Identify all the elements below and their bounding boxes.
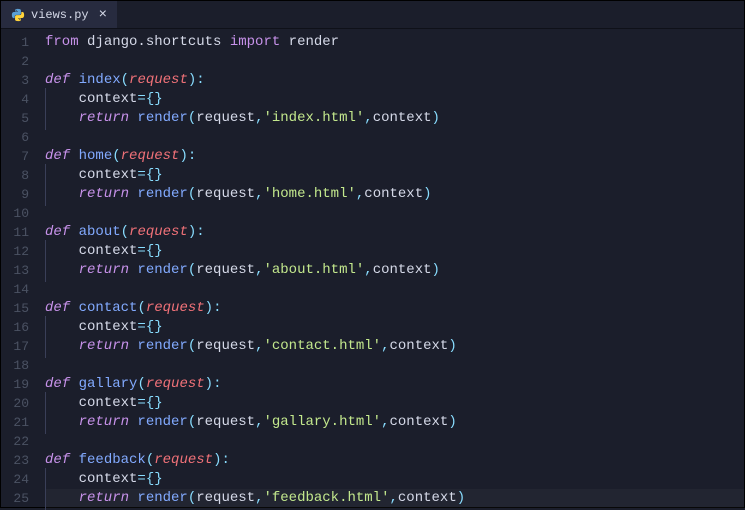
code-line: return render(request,'feedback.html',co… [45, 489, 744, 508]
code-line [45, 128, 744, 147]
line-number: 7 [1, 147, 29, 166]
line-number: 17 [1, 337, 29, 356]
code-line [45, 432, 744, 451]
code-line: return render(request,'home.html',contex… [45, 185, 744, 204]
code-line: def about(request): [45, 223, 744, 242]
line-number: 9 [1, 185, 29, 204]
code-line: from django.shortcuts import render [45, 33, 744, 52]
code-line: context={} [45, 470, 744, 489]
code-line: context={} [45, 90, 744, 109]
line-number: 19 [1, 375, 29, 394]
code-line: def feedback(request): [45, 451, 744, 470]
line-number: 1 [1, 33, 29, 52]
line-number: 6 [1, 128, 29, 147]
line-number: 25 [1, 489, 29, 508]
gutter: 1234567891011121314151617181920212223242… [1, 29, 39, 507]
tab-views-py[interactable]: views.py × [1, 1, 117, 28]
code-line: def gallary(request): [45, 375, 744, 394]
line-number: 18 [1, 356, 29, 375]
line-number: 3 [1, 71, 29, 90]
tab-filename: views.py [31, 8, 89, 22]
close-icon[interactable]: × [99, 7, 107, 23]
line-number: 2 [1, 52, 29, 71]
line-number: 13 [1, 261, 29, 280]
line-number: 20 [1, 394, 29, 413]
code-line: return render(request,'index.html',conte… [45, 109, 744, 128]
line-number: 22 [1, 432, 29, 451]
line-number: 16 [1, 318, 29, 337]
code-line [45, 356, 744, 375]
code-line [45, 280, 744, 299]
line-number: 5 [1, 109, 29, 128]
line-number: 4 [1, 90, 29, 109]
code-line: return render(request,'about.html',conte… [45, 261, 744, 280]
line-number: 15 [1, 299, 29, 318]
line-number: 23 [1, 451, 29, 470]
code-line: context={} [45, 166, 744, 185]
code-line: def contact(request): [45, 299, 744, 318]
python-icon [11, 8, 25, 22]
code-line: def index(request): [45, 71, 744, 90]
line-number: 21 [1, 413, 29, 432]
code-line: def home(request): [45, 147, 744, 166]
line-number: 10 [1, 204, 29, 223]
code-line: return render(request,'gallary.html',con… [45, 413, 744, 432]
line-number: 24 [1, 470, 29, 489]
tab-bar: views.py × [1, 1, 744, 29]
line-number: 12 [1, 242, 29, 261]
code-line: context={} [45, 318, 744, 337]
code-line: return render(request,'contact.html',con… [45, 337, 744, 356]
code-area[interactable]: from django.shortcuts import render def i… [39, 29, 744, 507]
code-line: context={} [45, 242, 744, 261]
code-line [45, 52, 744, 71]
line-number: 14 [1, 280, 29, 299]
code-line [45, 204, 744, 223]
code-line: context={} [45, 394, 744, 413]
editor[interactable]: 1234567891011121314151617181920212223242… [1, 29, 744, 507]
line-number: 8 [1, 166, 29, 185]
line-number: 11 [1, 223, 29, 242]
